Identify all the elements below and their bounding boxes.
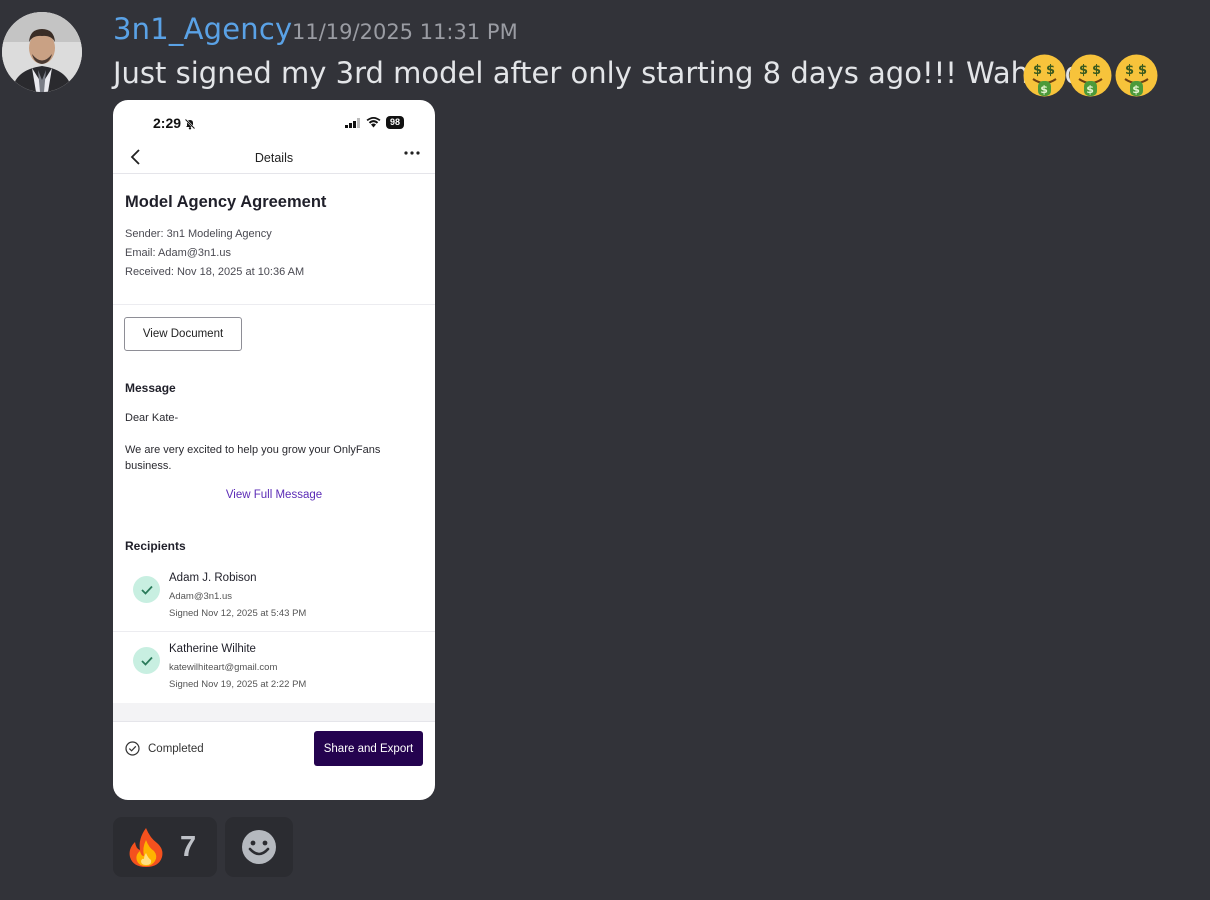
svg-text:$: $ bbox=[1079, 63, 1088, 78]
fire-icon bbox=[129, 828, 163, 867]
view-full-message-link[interactable]: View Full Message bbox=[113, 489, 435, 501]
email-line: Email: Adam@3n1.us bbox=[125, 247, 231, 259]
svg-text:$: $ bbox=[1092, 63, 1101, 78]
battery-indicator: 98 bbox=[385, 116, 404, 129]
svg-text:$: $ bbox=[1125, 63, 1134, 78]
divider bbox=[113, 304, 435, 305]
money-mouth-face-icon: $ $ $ bbox=[1023, 54, 1066, 97]
message-heading: Message bbox=[125, 381, 176, 395]
recipient-name: Adam J. Robison bbox=[169, 572, 257, 584]
sender-line: Sender: 3n1 Modeling Agency bbox=[125, 228, 272, 240]
more-options-icon[interactable] bbox=[403, 150, 421, 156]
divider bbox=[113, 631, 435, 632]
recipients-heading: Recipients bbox=[125, 539, 186, 553]
completed-status: Completed bbox=[125, 741, 204, 756]
svg-text:$: $ bbox=[1138, 63, 1147, 78]
check-icon bbox=[133, 647, 160, 674]
money-mouth-face-icon: $ $ $ bbox=[1115, 54, 1158, 97]
bell-muted-icon bbox=[184, 118, 196, 130]
recipient-row: Adam J. Robison Adam@3n1.us Signed Nov 1… bbox=[113, 568, 435, 638]
reaction-count: 7 bbox=[180, 830, 197, 863]
avatar[interactable] bbox=[2, 12, 82, 92]
reaction-fire[interactable]: 7 bbox=[113, 817, 217, 877]
add-reaction-button[interactable] bbox=[225, 817, 293, 877]
add-reaction-smiley-icon bbox=[242, 830, 276, 864]
wifi-icon bbox=[366, 117, 381, 128]
completed-label: Completed bbox=[148, 742, 204, 755]
money-mouth-face-icon: $ $ $ bbox=[1069, 54, 1112, 97]
signal-icon bbox=[344, 117, 360, 128]
message-timestamp: 11/19/2025 11:31 PM bbox=[292, 20, 518, 44]
message-body: We are very excited to help you grow you… bbox=[125, 444, 381, 472]
message-text: Just signed my 3rd model after only star… bbox=[113, 56, 1106, 90]
status-time: 2:29 bbox=[153, 115, 182, 131]
emoji-group: $ $ $ $ $ $ $ $ $ bbox=[1022, 53, 1159, 98]
attachment-phone-screenshot[interactable]: 2:29 98 Details Model Agency Agreement S… bbox=[113, 100, 435, 800]
phone-nav-bar: Details bbox=[113, 144, 435, 174]
recipient-email: Adam@3n1.us bbox=[169, 591, 232, 602]
check-circle-icon bbox=[125, 741, 140, 756]
recipient-signed-date: Signed Nov 19, 2025 at 2:22 PM bbox=[169, 679, 307, 690]
section-spacer bbox=[113, 703, 435, 721]
svg-text:$: $ bbox=[1040, 83, 1048, 96]
phone-status-bar: 2:29 98 bbox=[113, 114, 435, 134]
svg-text:$: $ bbox=[1086, 83, 1094, 96]
recipient-email: katewilhiteart@gmail.com bbox=[169, 662, 278, 673]
document-title: Model Agency Agreement bbox=[125, 193, 327, 211]
svg-text:$: $ bbox=[1046, 63, 1055, 78]
recipient-signed-date: Signed Nov 12, 2025 at 5:43 PM bbox=[169, 608, 307, 619]
recipient-name: Katherine Wilhite bbox=[169, 643, 256, 655]
avatar-photo bbox=[2, 12, 82, 92]
share-and-export-button[interactable]: Share and Export bbox=[314, 731, 423, 766]
author-name[interactable]: 3n1_Agency bbox=[113, 12, 292, 46]
svg-text:$: $ bbox=[1033, 63, 1042, 78]
svg-text:$: $ bbox=[1132, 83, 1140, 96]
nav-title: Details bbox=[254, 151, 294, 165]
status-icons: 98 bbox=[344, 116, 404, 129]
divider bbox=[113, 721, 435, 722]
recipient-row: Katherine Wilhite katewilhiteart@gmail.c… bbox=[113, 639, 435, 709]
message-greeting: Dear Kate- bbox=[125, 412, 179, 424]
received-line: Received: Nov 18, 2025 at 10:36 AM bbox=[125, 266, 305, 278]
view-document-button[interactable]: View Document bbox=[124, 317, 242, 351]
check-icon bbox=[133, 576, 160, 603]
